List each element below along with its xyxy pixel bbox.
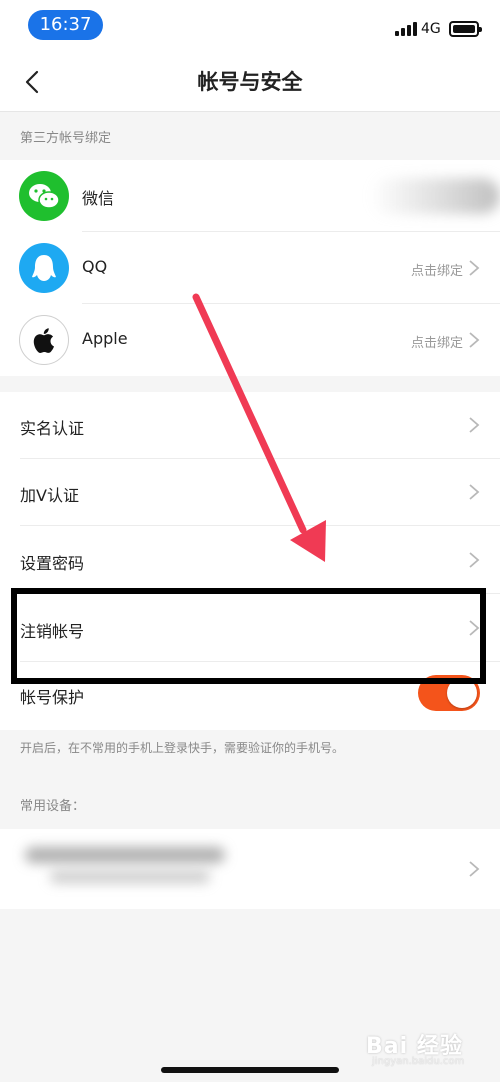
list-item-real-name[interactable]: 实名认证 — [0, 392, 500, 459]
annotation-highlight-box — [11, 588, 486, 684]
device-list — [0, 829, 500, 909]
chevron-right-icon — [469, 552, 480, 568]
wechat-label: 微信 — [82, 189, 115, 208]
nav-bar: 帐号与安全 — [0, 52, 500, 112]
list-item-device[interactable] — [0, 829, 500, 909]
chevron-right-icon — [469, 417, 480, 433]
set-password-label: 设置密码 — [20, 554, 85, 573]
baidu-watermark-url: jingyan.baidu.com — [372, 1056, 465, 1067]
apple-label: Apple — [82, 329, 128, 348]
blurred-device-name — [25, 847, 225, 863]
section-label-devices: 常用设备： — [20, 799, 86, 814]
bind-hint: 点击绑定 — [410, 336, 463, 351]
third-party-list: 微信 QQ 点击绑定 Apple 点击绑定 — [0, 160, 500, 376]
list-item-wechat[interactable]: 微信 — [0, 160, 500, 232]
blurred-account-name — [370, 178, 500, 214]
chevron-right-icon — [469, 861, 480, 877]
chevron-right-icon — [469, 484, 480, 500]
list-item-apple[interactable]: Apple 点击绑定 — [0, 304, 500, 376]
status-bar: 16:37 4G — [0, 0, 500, 52]
qq-label: QQ — [82, 257, 108, 276]
network-type: 4G — [421, 21, 441, 37]
list-item-set-password[interactable]: 设置密码 — [0, 526, 500, 594]
wechat-icon — [19, 171, 69, 221]
home-indicator[interactable] — [161, 1067, 339, 1073]
page-title: 帐号与安全 — [197, 70, 303, 94]
protection-help-text: 开启后，在不常用的手机上登录快手，需要验证你的手机号。 — [20, 741, 345, 755]
battery-icon — [449, 21, 482, 37]
real-name-label: 实名认证 — [20, 419, 85, 438]
list-item-v-verify[interactable]: 加V认证 — [0, 459, 500, 526]
chevron-right-icon — [469, 332, 480, 348]
account-protection-label: 帐号保护 — [20, 688, 85, 707]
status-time: 16:37 — [28, 10, 103, 40]
v-verify-label: 加V认证 — [20, 486, 79, 505]
chevron-right-icon — [469, 260, 480, 276]
cellular-signal-icon — [395, 22, 417, 36]
qq-icon — [19, 243, 69, 293]
blurred-device-detail — [50, 871, 210, 883]
section-label-third-party: 第三方帐号绑定 — [20, 131, 112, 146]
list-item-qq[interactable]: QQ 点击绑定 — [0, 232, 500, 304]
apple-icon — [19, 315, 69, 365]
bind-hint: 点击绑定 — [410, 264, 463, 279]
